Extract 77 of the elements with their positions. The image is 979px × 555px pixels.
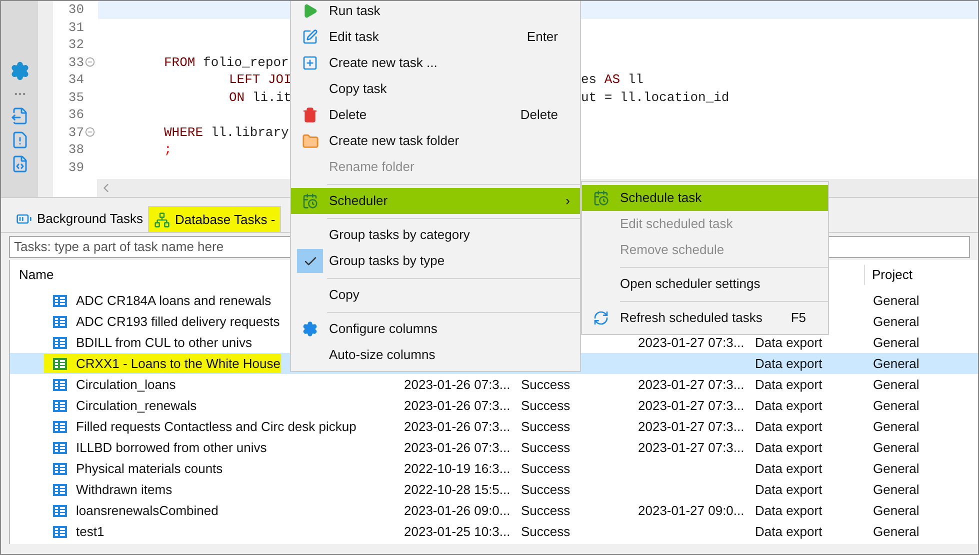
task-name: CRXX1 - Loans to the White House bbox=[76, 354, 280, 373]
table-cell: Success bbox=[521, 440, 570, 455]
code-text: ; bbox=[164, 141, 172, 159]
task-name: Physical materials counts bbox=[76, 460, 223, 478]
table-cell: 2023-01-26 07:3... bbox=[404, 376, 510, 392]
task-name: loansrenewalsCombined bbox=[76, 502, 218, 520]
code-text: LEFT JOI bbox=[229, 71, 292, 89]
table-cell: Data export bbox=[755, 460, 822, 476]
table-cell: Success bbox=[521, 502, 570, 518]
table-cell: 2023-01-26 07:3... bbox=[404, 418, 510, 434]
task-name: ADC CR184A loans and renewals bbox=[76, 292, 272, 310]
line-number: 31 bbox=[68, 18, 84, 36]
submenu-arrow: › bbox=[566, 192, 570, 210]
table-cell: General bbox=[873, 314, 920, 329]
line-number: 32 bbox=[68, 36, 84, 54]
table-cell: Data export bbox=[755, 524, 822, 539]
task-name: Circulation_loans bbox=[76, 376, 176, 394]
line-number: 30 bbox=[68, 1, 84, 19]
task-name: BDILL from CUL to other univs bbox=[76, 334, 252, 352]
table-cell: General bbox=[873, 418, 920, 434]
line-number: 33 bbox=[68, 54, 84, 72]
table-cell: Success bbox=[521, 376, 570, 392]
task-name: test1 bbox=[76, 522, 104, 541]
code-text: es AS ll bbox=[581, 71, 644, 89]
table-cell: 2022-10-19 16:3... bbox=[404, 460, 510, 476]
task-name: Circulation_renewals bbox=[76, 396, 197, 415]
table-cell: Data export bbox=[755, 482, 822, 497]
table-cell: General bbox=[873, 398, 920, 413]
line-number: 37 bbox=[68, 124, 84, 142]
table-cell: General bbox=[873, 334, 920, 350]
table-cell: Data export bbox=[755, 502, 822, 518]
code-text: WHERE ll.library bbox=[164, 124, 289, 142]
table-cell: General bbox=[873, 292, 920, 308]
shortcut-text: F5 bbox=[790, 309, 806, 328]
table-cell: General bbox=[873, 460, 920, 476]
line-number: 36 bbox=[68, 106, 84, 124]
table-cell: General bbox=[873, 376, 920, 392]
table-cell: Data export bbox=[755, 356, 822, 371]
table-cell: 2023-01-27 09:0... bbox=[638, 502, 744, 518]
table-cell: Data export bbox=[755, 398, 822, 413]
table-cell: Data export bbox=[755, 334, 822, 350]
table-cell: 2023-01-26 07:3... bbox=[404, 440, 510, 455]
code-text: FROM folio_repor bbox=[164, 54, 289, 72]
table-cell: General bbox=[873, 524, 920, 539]
table-cell: 2023-01-27 07:3... bbox=[638, 398, 744, 413]
table-cell: Data export bbox=[755, 376, 822, 392]
table-cell: 2023-01-26 09:0... bbox=[404, 502, 510, 518]
table-cell: 2023-01-27 07:3... bbox=[638, 418, 744, 434]
table-cell: General bbox=[873, 502, 920, 518]
table-cell: Success bbox=[521, 524, 570, 539]
task-name: Withdrawn items bbox=[76, 480, 172, 499]
shortcut-text: Delete bbox=[520, 106, 558, 124]
line-number: 39 bbox=[68, 158, 84, 176]
task-name: ADC CR193 filled delivery requests bbox=[76, 312, 280, 331]
table-cell: 2023-01-25 10:3... bbox=[404, 524, 510, 539]
line-number: 38 bbox=[68, 141, 84, 159]
table-cell: Data export bbox=[755, 418, 822, 434]
table-cell: Success bbox=[521, 418, 570, 434]
line-number: 35 bbox=[68, 88, 84, 106]
table-cell: 2023-01-27 07:3... bbox=[638, 376, 744, 392]
shortcut-text: Enter bbox=[526, 28, 558, 46]
line-number: 34 bbox=[68, 71, 84, 89]
table-cell: 2023-01-27 07:3... bbox=[638, 334, 744, 350]
table-cell: 2023-01-26 07:3... bbox=[404, 398, 510, 413]
task-name: Filled requests Contactless and Circ desk pickup bbox=[76, 418, 356, 436]
code-text: ON li.it bbox=[229, 88, 292, 106]
table-cell: Success bbox=[521, 398, 570, 413]
table-cell: General bbox=[873, 482, 920, 497]
table-cell: General bbox=[873, 356, 920, 371]
task-name: ILLBD borrowed from other univs bbox=[76, 438, 267, 457]
table-cell: General bbox=[873, 440, 920, 455]
table-cell: 2022-10-28 15:5... bbox=[404, 482, 510, 497]
table-cell: 2023-01-27 07:3... bbox=[638, 440, 744, 455]
table-cell: Success bbox=[521, 482, 570, 497]
table-cell: Data export bbox=[755, 440, 822, 455]
table-cell: Success bbox=[521, 460, 570, 476]
code-text: ut = ll.location_id bbox=[581, 88, 730, 106]
